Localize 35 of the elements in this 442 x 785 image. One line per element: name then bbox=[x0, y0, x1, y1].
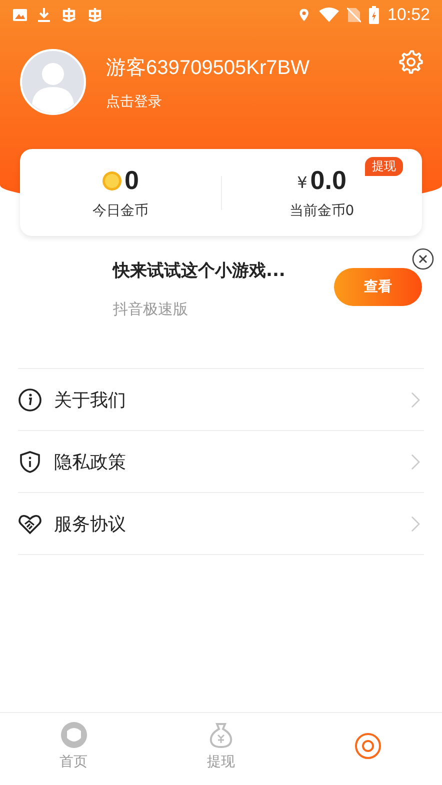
nav-tab[interactable]: 提现 bbox=[147, 713, 295, 785]
ad-title: 快来试试这个小游戏... bbox=[113, 260, 286, 282]
download-icon bbox=[36, 7, 52, 23]
menu-item[interactable]: 服务协议 bbox=[18, 493, 424, 555]
chevron-icon bbox=[411, 392, 420, 408]
profile-tab-icon bbox=[354, 732, 382, 760]
currency-sign: ¥ bbox=[297, 173, 308, 192]
chevron-icon bbox=[411, 516, 420, 532]
status-time: 10:52 bbox=[387, 5, 430, 25]
settings-icon[interactable] bbox=[398, 49, 424, 75]
view-button[interactable]: 查看 bbox=[334, 268, 422, 306]
current-coins-label: 当前金币0 bbox=[289, 202, 354, 220]
info-icon bbox=[18, 388, 42, 412]
ad-subtitle: 抖音极速版 bbox=[113, 300, 189, 319]
app-notification-icon bbox=[86, 6, 104, 24]
app-notification-icon bbox=[60, 6, 78, 24]
balance-amount: 0.0 bbox=[310, 165, 346, 196]
close-icon[interactable] bbox=[412, 248, 434, 270]
today-coins-label: 今日金币 bbox=[92, 202, 148, 220]
menu-item[interactable]: 隐私政策 bbox=[18, 431, 424, 493]
chevron-icon bbox=[411, 454, 420, 470]
nav-tab[interactable]: 首页 bbox=[0, 713, 148, 785]
coin-amount: 0 bbox=[124, 165, 139, 196]
shield-icon bbox=[18, 450, 42, 474]
picture-notification-icon bbox=[12, 7, 28, 23]
avatar-icon bbox=[20, 49, 86, 115]
coin-icon bbox=[102, 170, 122, 190]
wifi-icon bbox=[319, 7, 340, 23]
battery-charging-icon bbox=[369, 6, 380, 24]
username: 游客639709505Kr7BW bbox=[106, 56, 310, 81]
menu-item[interactable]: 关于我们 bbox=[18, 369, 424, 431]
location-icon bbox=[297, 7, 312, 23]
withdraw-badge[interactable]: 提现 bbox=[365, 157, 403, 176]
login-link[interactable]: 点击登录 bbox=[106, 93, 378, 111]
no-sim-icon bbox=[347, 7, 362, 23]
